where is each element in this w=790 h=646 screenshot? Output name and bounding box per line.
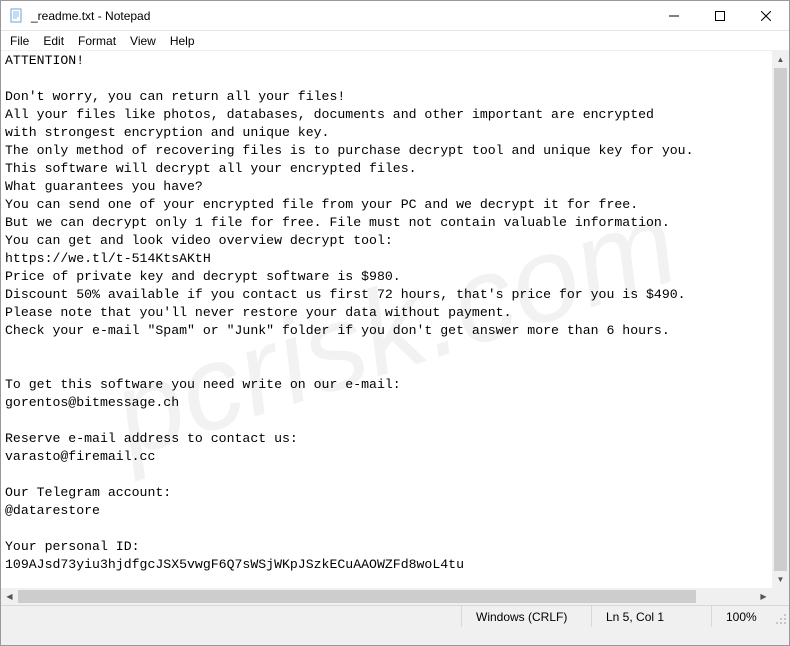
menu-view[interactable]: View: [123, 33, 163, 49]
scroll-up-button[interactable]: ▲: [772, 51, 789, 68]
document-text[interactable]: ATTENTION! Don't worry, you can return a…: [1, 51, 789, 575]
status-cursor-position: Ln 5, Col 1: [591, 606, 711, 627]
window-title: _readme.txt - Notepad: [31, 9, 651, 23]
menu-edit[interactable]: Edit: [36, 33, 71, 49]
menubar: File Edit Format View Help: [1, 31, 789, 51]
horizontal-scrollbar[interactable]: ◀ ▶: [1, 588, 772, 605]
notepad-icon: [9, 8, 25, 24]
scroll-left-button[interactable]: ◀: [1, 588, 18, 605]
resize-grip[interactable]: [771, 606, 789, 627]
scroll-down-button[interactable]: ▼: [772, 571, 789, 588]
scroll-corner: [772, 588, 789, 605]
statusbar: Windows (CRLF) Ln 5, Col 1 100%: [1, 605, 789, 627]
scroll-thumb-horizontal[interactable]: [18, 590, 696, 603]
editor-area[interactable]: pcrisk.com ATTENTION! Don't worry, you c…: [1, 51, 789, 605]
menu-file[interactable]: File: [3, 33, 36, 49]
menu-help[interactable]: Help: [163, 33, 202, 49]
status-zoom: 100%: [711, 606, 771, 627]
vertical-scrollbar[interactable]: ▲ ▼: [772, 51, 789, 588]
maximize-button[interactable]: [697, 1, 743, 30]
window-controls: [651, 1, 789, 30]
scroll-thumb-vertical[interactable]: [774, 68, 787, 571]
close-button[interactable]: [743, 1, 789, 30]
minimize-button[interactable]: [651, 1, 697, 30]
scroll-right-button[interactable]: ▶: [755, 588, 772, 605]
titlebar: _readme.txt - Notepad: [1, 1, 789, 31]
menu-format[interactable]: Format: [71, 33, 123, 49]
scroll-track-vertical[interactable]: [772, 68, 789, 571]
scroll-track-horizontal[interactable]: [18, 588, 755, 605]
status-encoding: Windows (CRLF): [461, 606, 591, 627]
